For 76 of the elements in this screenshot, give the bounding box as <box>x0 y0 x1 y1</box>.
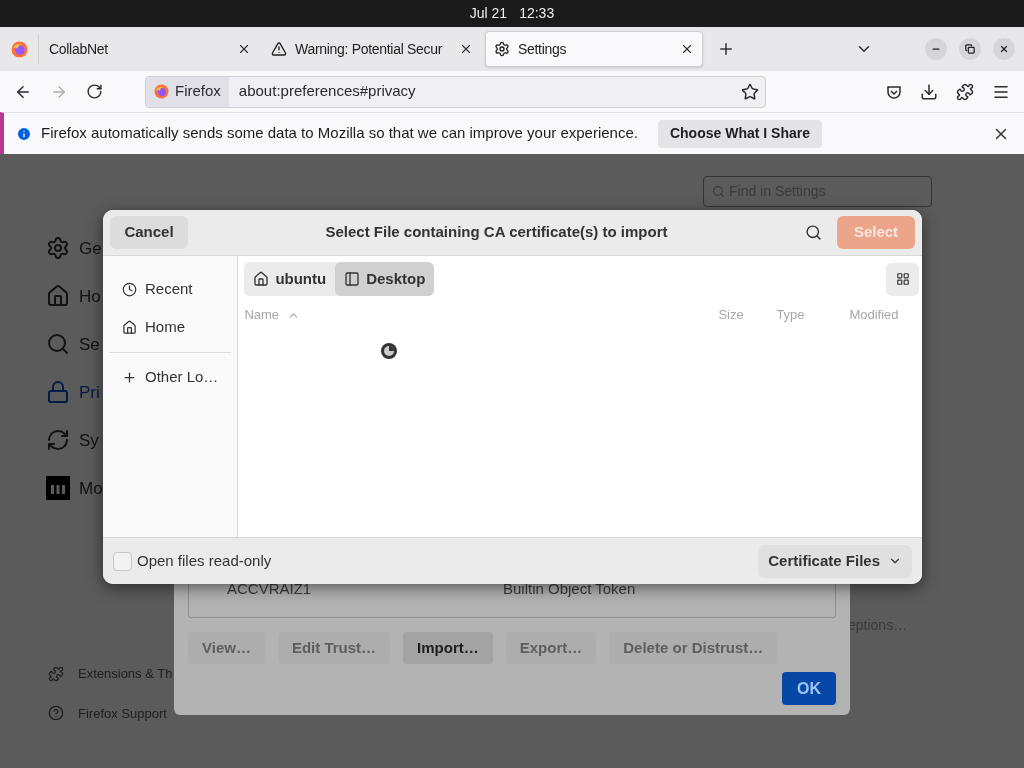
identity-label: Firefox <box>175 81 221 102</box>
plus-icon <box>122 369 137 385</box>
column-header[interactable]: Name <box>244 305 719 325</box>
tab-title: Settings <box>518 39 568 59</box>
path-button[interactable]: Desktop <box>335 262 435 296</box>
search-icon <box>46 332 70 356</box>
browser-tab[interactable]: Settings <box>485 31 703 67</box>
warning-icon <box>271 41 287 57</box>
close-icon[interactable] <box>237 42 251 56</box>
restore-icon <box>965 44 975 54</box>
m-square-icon <box>46 476 70 500</box>
notification-message: Firefox automatically sends some data to Mozilla so that we can improve your experience. <box>41 123 638 144</box>
grid-icon <box>895 272 910 286</box>
date: Jul 21 <box>469 4 508 23</box>
column-header[interactable]: Type <box>776 305 850 325</box>
lock-icon <box>46 380 70 404</box>
close-icon[interactable] <box>459 42 473 56</box>
dialog-title: Select File containing CA certificate(s) to import <box>324 222 669 243</box>
other-locations-item[interactable]: Other Lo… <box>103 359 238 395</box>
checkbox-label: Open files read-only <box>137 550 272 571</box>
settings-footer-link[interactable]: Firefox Support <box>48 703 173 723</box>
address-bar[interactable]: Firefox about:preferences#privacy <box>145 75 766 108</box>
read-only-checkbox[interactable] <box>113 551 132 571</box>
identity-box[interactable]: Firefox <box>146 76 229 107</box>
url-text: about:preferences#privacy <box>238 81 417 102</box>
file-type-dropdown[interactable]: Certificate Files <box>758 544 912 578</box>
place-item[interactable]: Home <box>103 308 238 346</box>
grid-view-button[interactable] <box>886 262 920 296</box>
close-button[interactable] <box>993 38 1015 60</box>
info-icon <box>16 125 32 142</box>
home-icon <box>253 271 270 287</box>
ok-button[interactable]: OK <box>782 672 836 705</box>
choose-what-i-share-button[interactable]: Choose What I Share <box>657 119 822 148</box>
desktop-icon <box>344 271 361 287</box>
certificate-name: ACCVRAIZ1 <box>227 579 313 600</box>
settings-nav-item[interactable]: Ho <box>46 284 103 308</box>
certificate-action-button[interactable]: Import… <box>403 632 493 664</box>
home-icon <box>46 284 70 308</box>
browser-tab[interactable]: CollabNet <box>41 31 259 67</box>
place-item[interactable]: Recent <box>103 270 238 308</box>
sync-icon <box>46 428 70 452</box>
column-header[interactable]: Size <box>718 305 777 325</box>
settings-footer-link[interactable]: Extensions & Th <box>48 664 173 684</box>
tab-title: Warning: Potential Secur <box>295 39 444 59</box>
puzzle-icon[interactable] <box>956 82 974 101</box>
pocket-icon[interactable] <box>886 83 902 100</box>
search-icon <box>712 185 725 198</box>
close-icon <box>999 44 1009 54</box>
bookmark-star-icon[interactable] <box>741 82 759 101</box>
home-icon <box>122 319 137 335</box>
settings-nav-item[interactable]: Sy <box>46 428 103 452</box>
browser-logo-icon <box>154 84 169 99</box>
path-button[interactable]: ubuntu <box>244 262 336 296</box>
search-icon[interactable] <box>805 224 822 241</box>
download-icon[interactable] <box>920 82 938 101</box>
token-name: Builtin Object Token <box>503 579 636 600</box>
clock-icon <box>122 281 137 297</box>
gear-icon <box>494 41 510 57</box>
restore-button[interactable] <box>959 38 981 60</box>
settings-nav-item[interactable]: Ge <box>46 236 103 260</box>
close-icon[interactable] <box>680 42 694 56</box>
cancel-button[interactable]: Cancel <box>110 216 188 249</box>
reload-icon[interactable] <box>86 83 103 100</box>
tab-title: CollabNet <box>49 39 109 59</box>
settings-nav-item[interactable]: Pri <box>46 380 103 404</box>
gear-icon <box>46 236 70 260</box>
settings-nav-item[interactable]: Mo <box>46 476 103 500</box>
help-icon <box>48 705 64 722</box>
settings-nav-item[interactable]: Se <box>46 332 103 356</box>
column-header[interactable]: Modified <box>849 305 920 325</box>
minimize-button[interactable] <box>925 38 947 60</box>
clock: 12:33 <box>519 4 555 23</box>
browser-tab[interactable]: Warning: Potential Secur <box>263 31 481 67</box>
new-tab-icon[interactable] <box>717 40 735 58</box>
puzzle-icon <box>48 665 64 682</box>
firefox-view-icon <box>10 40 28 58</box>
